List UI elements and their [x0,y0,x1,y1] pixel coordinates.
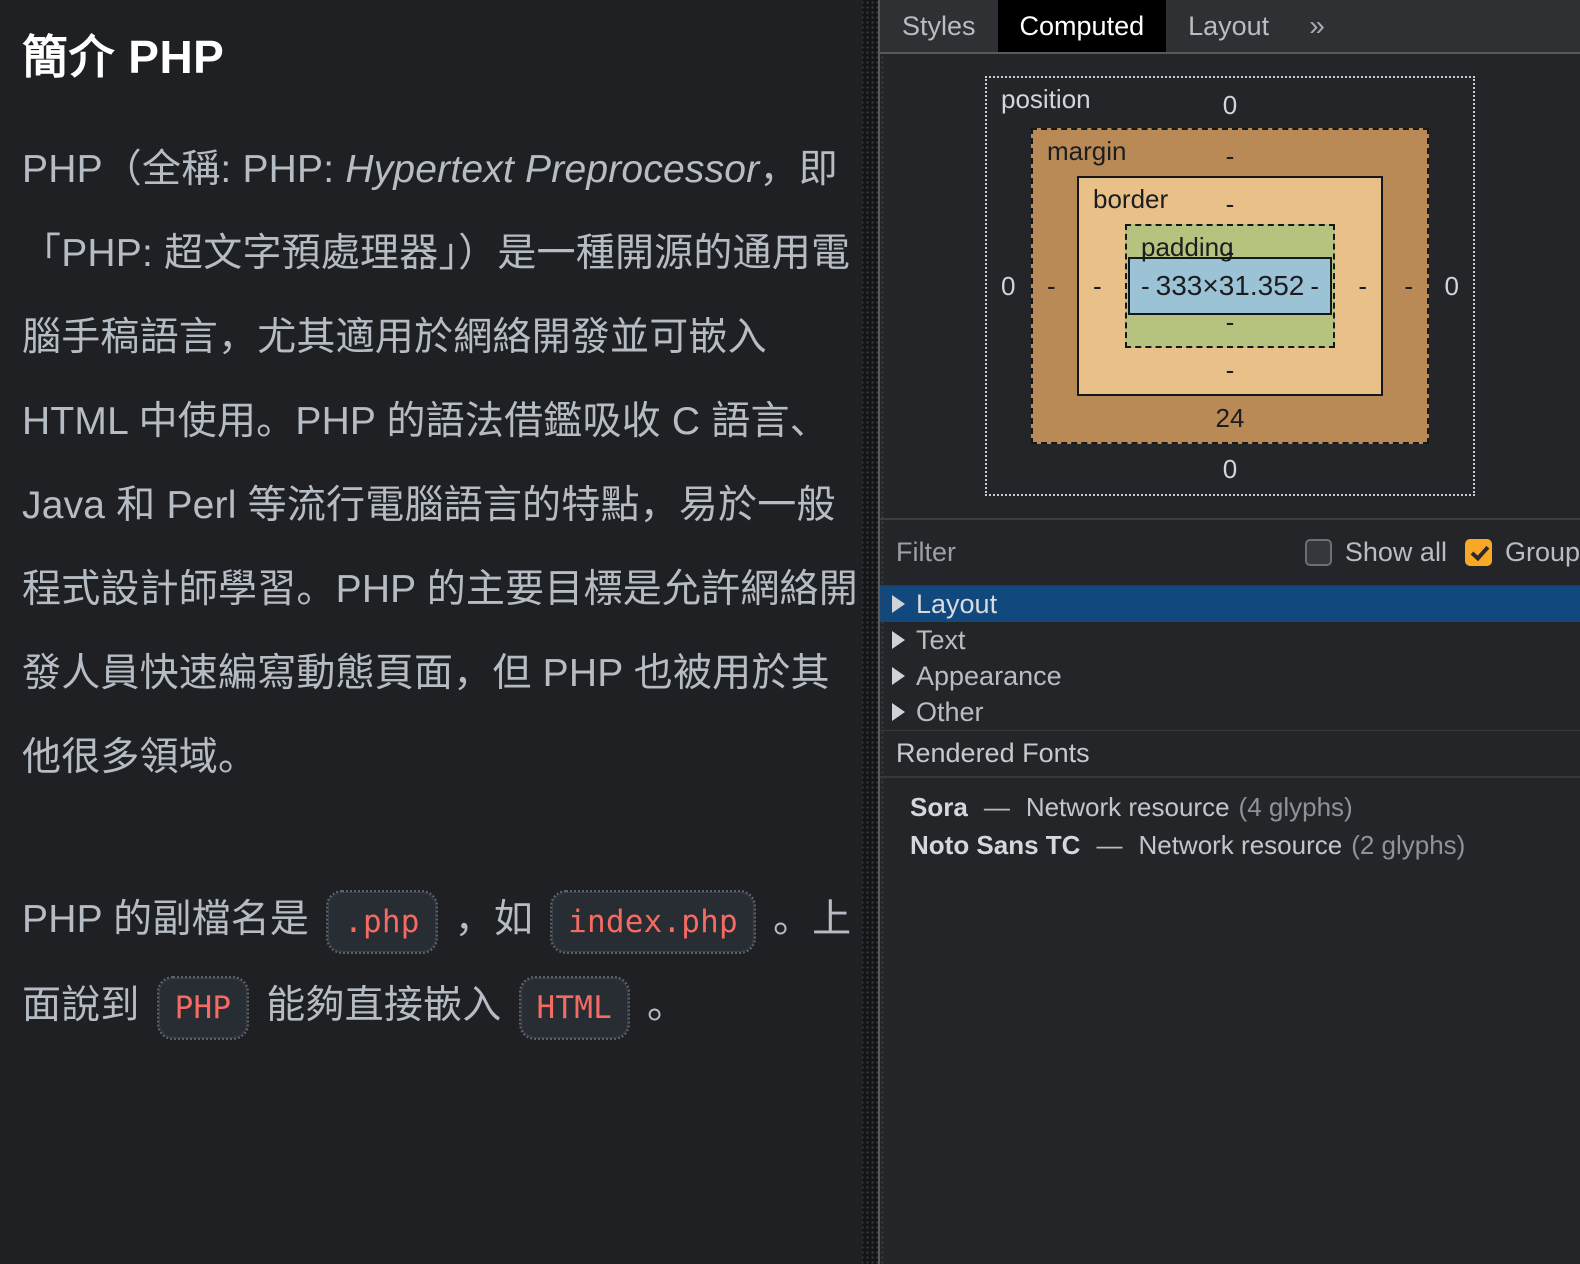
box-model-border-top[interactable]: - [1079,191,1381,217]
tab-computed[interactable]: Computed [997,0,1167,52]
paragraph-1-text-post: ，即「PHP: 超文字預處理器」）是一種開源的通用電腦手稿語言，尤其適用於網絡開… [22,148,858,780]
property-group-other-label: Other [916,696,984,727]
paragraph-2-text-a: PHP 的副檔名是 [22,898,321,942]
paragraph-2-text-b: ，如 [443,898,545,942]
paragraph-2-text-d: 能夠直接嵌入 [255,984,513,1028]
chevron-right-icon [892,667,905,685]
box-model-padding-top[interactable]: - [1127,239,1333,265]
panel-resizer-handle[interactable] [862,0,880,1264]
property-group-layout[interactable]: Layout [880,586,1580,622]
property-group-text[interactable]: Text [880,622,1580,658]
devtools-tab-bar: Styles Computed Layout » [880,0,1580,54]
filter-input[interactable] [896,537,1305,568]
box-model-border-box: border - - - - padding - - - - 333×31.35… [1077,176,1383,396]
rendered-font-source: Network resource [1138,830,1343,860]
more-tabs-icon[interactable]: » [1291,0,1343,52]
box-model-padding-bottom[interactable]: - [1127,309,1333,335]
property-group-layout-label: Layout [916,588,998,619]
rendered-font-glyph-count: (2 glyphs) [1351,830,1466,860]
box-model-position-right[interactable]: 0 [1445,273,1459,299]
property-group-appearance[interactable]: Appearance [880,658,1580,694]
app-root: 簡介 PHP PHP（全稱: PHP: Hypertext Preprocess… [0,0,1580,1264]
inline-code-php[interactable]: PHP [158,978,248,1039]
computed-filter-bar: Show all Group [880,520,1580,586]
property-group-other[interactable]: Other [880,694,1580,730]
group-checkbox-group[interactable]: Group [1464,537,1580,568]
chevron-right-icon [892,595,905,613]
rendered-font-name: Noto Sans TC [910,830,1081,860]
inline-code-php-extension[interactable]: .php [328,892,436,953]
box-model-padding-box: padding - - - - 333×31.352 [1125,224,1335,348]
show-all-checkbox[interactable] [1304,539,1332,566]
rendered-fonts-list: Sora — Network resource (4 glyphs) Noto … [880,778,1580,1264]
paragraph-1-emphasis: Hypertext Preprocessor [345,148,760,192]
rendered-fonts-header: Rendered Fonts [880,730,1580,778]
show-all-label: Show all [1344,537,1447,567]
rendered-font-item: Noto Sans TC — Network resource (2 glyph… [880,830,1580,868]
rendered-font-source: Network resource [1025,792,1230,822]
paragraph-2-text-e: 。 [635,984,687,1028]
box-model-position-bottom[interactable]: 0 [987,456,1473,482]
box-model-position-left[interactable]: 0 [1001,273,1015,299]
article-paragraph-1: PHP（全稱: PHP: Hypertext Preprocessor，即「PH… [22,128,862,800]
property-group-appearance-label: Appearance [916,660,1062,691]
devtools-panel: Styles Computed Layout » position 0 0 0 … [880,0,1580,1264]
chevron-right-icon [892,703,905,721]
rendered-font-item: Sora — Network resource (4 glyphs) [880,792,1580,830]
box-model-border-bottom[interactable]: - [1079,357,1381,383]
box-model-position-box: position 0 0 0 0 margin - 24 - - border … [985,76,1475,496]
paragraph-1-text-pre: PHP（全稱: PHP: [22,148,346,192]
rendered-font-dash: — [983,792,1010,822]
box-model-position-top[interactable]: 0 [987,92,1473,118]
rendered-font-name: Sora [910,792,968,822]
box-model-margin-top[interactable]: - [1033,143,1427,169]
inline-code-html[interactable]: HTML [520,978,628,1039]
show-all-checkbox-group[interactable]: Show all [1304,537,1447,568]
box-model-border-right[interactable]: - [1358,273,1367,299]
rendered-font-dash: — [1096,830,1123,860]
box-model-margin-left[interactable]: - [1047,273,1056,299]
property-group-text-label: Text [916,624,966,655]
rendered-font-glyph-count: (4 glyphs) [1238,792,1353,822]
computed-property-groups: Layout Text Appearance Other [880,586,1580,730]
chevron-right-icon [892,631,905,649]
box-model-padding-left[interactable]: - [1141,273,1150,299]
web-page-pane: 簡介 PHP PHP（全稱: PHP: Hypertext Preprocess… [0,0,880,1264]
box-model-border-left[interactable]: - [1093,273,1102,299]
group-checkbox[interactable] [1464,539,1492,566]
inline-code-index-php[interactable]: index.php [552,892,754,953]
box-model-diagram: position 0 0 0 0 margin - 24 - - border … [880,54,1580,520]
article-paragraph-2: PHP 的副檔名是 .php ，如 index.php 。上面說到 PHP 能夠… [22,878,862,1050]
box-model-margin-bottom[interactable]: 24 [1033,405,1427,431]
group-label: Group [1504,537,1580,567]
tab-layout[interactable]: Layout [1166,0,1291,52]
box-model-margin-right[interactable]: - [1404,273,1413,299]
tab-styles[interactable]: Styles [880,0,998,52]
page-title: 簡介 PHP [22,31,225,83]
box-model-margin-box: margin - 24 - - border - - - - padding - [1031,128,1429,444]
box-model-padding-right[interactable]: - [1310,273,1319,299]
